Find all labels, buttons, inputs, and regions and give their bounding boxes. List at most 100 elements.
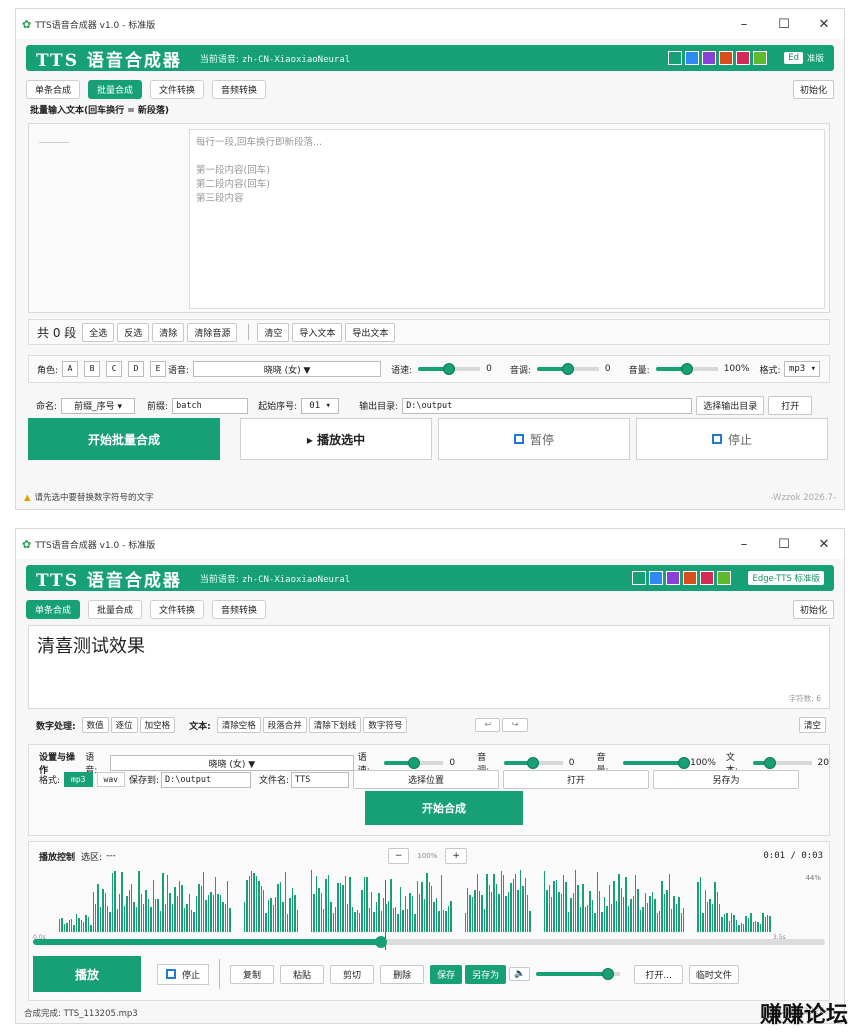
zoom-in-button[interactable]: + xyxy=(445,848,467,864)
pitch-slider[interactable] xyxy=(503,757,563,769)
open-output-button[interactable]: 打开 xyxy=(768,396,813,415)
playback-progress[interactable] xyxy=(33,936,825,948)
tab-batch[interactable]: 批量合成 xyxy=(88,79,143,99)
role-c-button[interactable]: C xyxy=(106,361,123,377)
tab-single[interactable]: 单条合成 xyxy=(26,599,81,619)
cut-button[interactable]: 剪切 xyxy=(330,964,375,984)
format-wav-button[interactable]: wav xyxy=(96,772,125,787)
theme-swatch-blue-icon[interactable] xyxy=(649,571,664,585)
tab-audio-convert[interactable]: 音频转换 xyxy=(212,599,267,619)
volume-slider[interactable] xyxy=(655,363,718,375)
zoom-out-button[interactable]: − xyxy=(387,848,410,864)
start-synthesis-button[interactable]: 开始合成 xyxy=(365,791,523,825)
format-mp3-button[interactable]: mp3 xyxy=(64,772,93,787)
filename-input[interactable]: TTS xyxy=(291,771,350,788)
clear-spaces-button[interactable]: 清除空格 xyxy=(216,717,261,733)
empty-button[interactable]: 清空 xyxy=(257,322,290,342)
clear-button[interactable]: 清除 xyxy=(152,322,185,342)
open-file-button[interactable]: 打开... xyxy=(634,964,683,984)
segment-list[interactable] xyxy=(33,128,183,308)
minimize-button[interactable]: – xyxy=(724,17,764,32)
close-button[interactable]: ✕ xyxy=(804,17,844,32)
waveform-bar xyxy=(330,902,332,932)
tab-file-convert[interactable]: 文件转换 xyxy=(150,599,205,619)
theme-swatch-green-icon[interactable] xyxy=(668,51,683,65)
theme-swatch-orange-icon[interactable] xyxy=(719,51,734,65)
theme-swatch-red-icon[interactable] xyxy=(700,571,715,585)
import-text-button[interactable]: 导入文本 xyxy=(292,322,343,342)
redo-button[interactable]: ↪ xyxy=(502,718,528,732)
minimize-button[interactable]: – xyxy=(724,537,764,552)
number-symbol-button[interactable]: 数字符号 xyxy=(363,717,408,733)
save-as-button[interactable]: 另存为 xyxy=(653,770,800,789)
theme-swatch-purple-icon[interactable] xyxy=(666,571,681,585)
role-b-button[interactable]: B xyxy=(84,361,101,377)
waveform-bar xyxy=(217,894,219,932)
speed-slider[interactable] xyxy=(384,757,444,769)
clear-voice-button[interactable]: 清除音源 xyxy=(187,322,238,342)
speed-slider[interactable] xyxy=(418,363,481,375)
num-value-button[interactable]: 数值 xyxy=(81,717,109,733)
save-to-input[interactable]: D:\output xyxy=(161,771,251,788)
naming-select[interactable]: 前缀_序号 ▾ xyxy=(61,397,136,414)
choose-location-button[interactable]: 选择位置 xyxy=(353,770,500,789)
role-e-button[interactable]: E xyxy=(150,361,167,377)
tab-single[interactable]: 单条合成 xyxy=(26,79,81,99)
volume-slider[interactable] xyxy=(623,757,691,769)
maximize-button[interactable]: ☐ xyxy=(764,537,804,552)
num-digit-button[interactable]: 逐位 xyxy=(110,717,138,733)
theme-swatch-purple-icon[interactable] xyxy=(702,51,717,65)
export-text-button[interactable]: 导出文本 xyxy=(345,322,396,342)
tab-file-convert[interactable]: 文件转换 xyxy=(150,79,205,99)
pitch-slider[interactable] xyxy=(536,363,599,375)
close-button[interactable]: ✕ xyxy=(804,537,844,552)
delete-button[interactable]: 删除 xyxy=(380,964,425,984)
pause-button[interactable]: 暂停 xyxy=(438,418,630,460)
theme-swatch-orange-icon[interactable] xyxy=(683,571,698,585)
play-selected-button[interactable]: ▸ 播放选中 xyxy=(240,418,432,460)
play-button[interactable]: 播放 xyxy=(33,956,141,992)
start-index-select[interactable]: 01 ▾ xyxy=(301,397,340,414)
role-d-button[interactable]: D xyxy=(128,361,145,377)
theme-swatch-blue-icon[interactable] xyxy=(685,51,700,65)
prefix-input[interactable]: batch xyxy=(172,397,249,414)
playback-volume-slider[interactable] xyxy=(536,968,621,980)
choose-output-dir-button[interactable]: 选择输出目录 xyxy=(696,396,765,415)
clear-text-button[interactable]: 清空 xyxy=(798,717,826,733)
role-a-button[interactable]: A xyxy=(62,361,79,377)
tab-batch[interactable]: 批量合成 xyxy=(88,599,143,619)
maximize-button[interactable]: ☐ xyxy=(764,17,804,32)
merge-paragraphs-button[interactable]: 段落合并 xyxy=(262,717,307,733)
save-as-audio-button[interactable]: 另存为 xyxy=(465,964,507,984)
select-all-button[interactable]: 全选 xyxy=(82,322,115,342)
num-space-button[interactable]: 加空格 xyxy=(139,717,176,733)
open-button[interactable]: 打开 xyxy=(503,770,650,789)
format-select[interactable]: mp3 ▾ xyxy=(784,361,821,377)
waveform-bar xyxy=(500,871,502,932)
text-volume-slider[interactable] xyxy=(752,757,812,769)
temp-file-button[interactable]: 临时文件 xyxy=(688,964,739,984)
undo-button[interactable]: ↩ xyxy=(475,718,501,732)
clear-underline-button[interactable]: 清除下划线 xyxy=(308,717,362,733)
copy-button[interactable]: 复制 xyxy=(230,964,275,984)
start-batch-button[interactable]: 开始批量合成 xyxy=(28,418,220,460)
batch-text-area[interactable]: 每行一段,回车换行即新段落... 第一段内容(回车) 第二段内容(回车) 第三段… xyxy=(189,129,825,309)
theme-swatch-red-icon[interactable] xyxy=(736,51,751,65)
voice-select[interactable]: 晓晓 (女) ▼ xyxy=(193,361,382,377)
theme-swatch-lime-icon[interactable] xyxy=(753,51,768,65)
init-button[interactable]: 初始化 xyxy=(792,79,834,99)
speaker-icon[interactable]: 🔈 xyxy=(509,967,531,981)
stop-button[interactable]: 停止 xyxy=(157,963,210,985)
tab-audio-convert[interactable]: 音频转换 xyxy=(212,79,267,99)
text-editor[interactable]: 清喜测试效果 字符数: 6 xyxy=(28,625,830,709)
save-button[interactable]: 保存 xyxy=(430,964,463,984)
theme-swatch-green-icon[interactable] xyxy=(632,571,647,585)
output-dir-input[interactable]: D:\output xyxy=(402,397,693,414)
init-button[interactable]: 初始化 xyxy=(792,599,834,619)
theme-swatch-lime-icon[interactable] xyxy=(717,571,732,585)
invert-selection-button[interactable]: 反选 xyxy=(117,322,150,342)
stop-button[interactable]: 停止 xyxy=(636,418,828,460)
paste-button[interactable]: 粘贴 xyxy=(280,964,325,984)
waveform-bar xyxy=(270,898,272,932)
voice-select[interactable]: 晓晓 (女) ▼ xyxy=(109,755,354,771)
